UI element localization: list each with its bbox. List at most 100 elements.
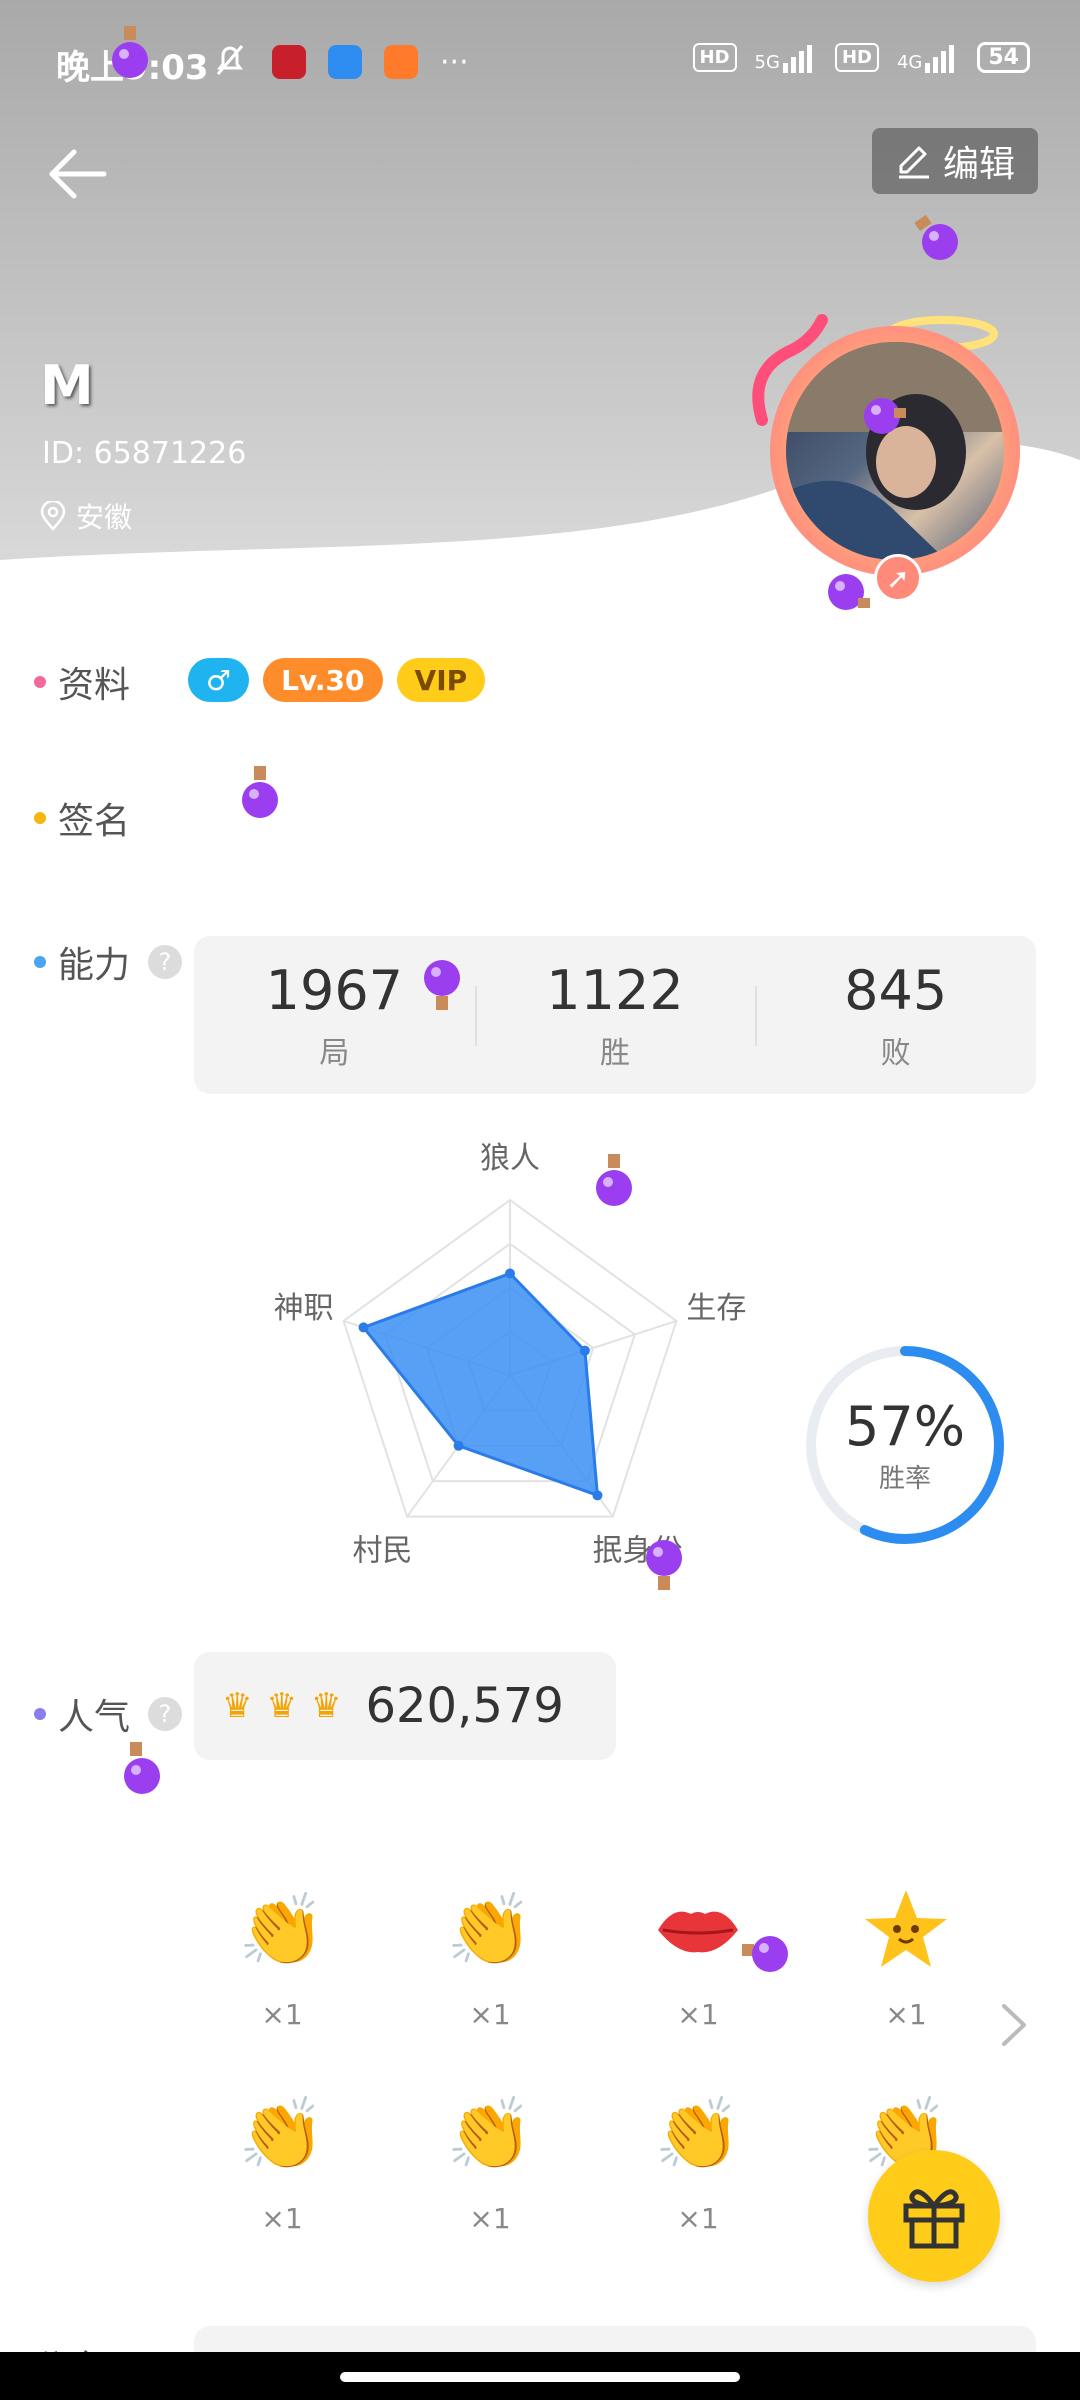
- popularity-help-icon[interactable]: ?: [148, 1697, 183, 1731]
- profile-name: M: [40, 354, 94, 417]
- radar-axis-label: 村民: [352, 1534, 412, 1569]
- chat-app-icon: [328, 45, 362, 79]
- stat-unit: 败: [880, 1035, 911, 1071]
- clapping-hands-icon: 👏: [446, 1888, 534, 1971]
- ability-radar-chart: 狼人生存抿身份村民神职: [274, 1141, 747, 1569]
- gift-count: ×1: [261, 2202, 303, 2235]
- stat-value: 1967: [265, 958, 404, 1022]
- lips-icon: [648, 1880, 748, 1980]
- game-app-icon: [272, 45, 306, 79]
- radar-point: [579, 1345, 590, 1356]
- potion-sticker-icon: [742, 1936, 788, 1972]
- zodiac-sagittarius-icon: ➚: [874, 554, 922, 602]
- gifts-more-arrow[interactable]: [996, 2000, 1032, 2050]
- stat-unit: 局: [319, 1035, 350, 1071]
- potion-sticker-icon: [124, 1742, 160, 1794]
- gift-count: ×1: [677, 2202, 719, 2235]
- signal-4g-label: 4G: [896, 51, 923, 73]
- avatar[interactable]: ➚: [752, 300, 1052, 602]
- status-indicators: HD 5G HD 4G 54: [692, 42, 1030, 73]
- gift-item[interactable]: 👏 ×1: [222, 2084, 342, 2236]
- signal-4g-icon: 4G: [897, 43, 959, 73]
- section-ability: 能力 ?: [34, 936, 183, 988]
- radar-point: [453, 1440, 464, 1451]
- radar-axis-label: 生存: [686, 1291, 746, 1326]
- hd-badge-2: HD: [834, 43, 879, 72]
- home-gesture-bar[interactable]: [340, 2372, 740, 2382]
- potion-sticker-icon: [646, 1540, 682, 1590]
- stat-value: 845: [844, 958, 948, 1022]
- edit-button[interactable]: 编辑: [872, 128, 1038, 194]
- chevron-right-icon: [1002, 2004, 1026, 2046]
- star-face-icon: [856, 1880, 956, 1980]
- store-app-icon: [384, 45, 418, 79]
- gift-count: ×1: [469, 1998, 511, 2031]
- clapping-hands-icon: 👏: [654, 2092, 742, 2175]
- stat-unit: 胜: [600, 1035, 630, 1071]
- winrate-text: 57% 胜率: [800, 1340, 1010, 1550]
- section-popularity: 人气 ?: [34, 1688, 183, 1740]
- winrate-label: 胜率: [878, 1464, 931, 1494]
- battery-indicator: 54: [977, 42, 1030, 73]
- edit-label: 编辑: [942, 144, 1015, 185]
- avatar-photo: [786, 342, 1004, 560]
- send-gift-button[interactable]: [868, 2150, 1000, 2282]
- gift-item[interactable]: 👏 ×1: [638, 2084, 758, 2236]
- gift-item[interactable]: 👏 ×1: [222, 1880, 342, 2032]
- radar-value-area: [361, 1271, 600, 1498]
- potion-sticker-icon: [596, 1154, 632, 1206]
- clapping-hands-icon: 👏: [238, 2092, 326, 2175]
- popularity-dot: [34, 1708, 46, 1720]
- clapping-hands-icon: 👏: [446, 2092, 534, 2175]
- gift-box-icon: [903, 2189, 965, 2249]
- clapping-hands-icon: 👏: [238, 1888, 326, 1971]
- section-info-label: 资料: [58, 665, 131, 706]
- back-arrow-icon: [49, 149, 107, 199]
- ability-help-icon[interactable]: ?: [148, 945, 183, 979]
- radar-axis-label: 神职: [274, 1291, 334, 1326]
- winrate-value: 57%: [844, 1395, 966, 1458]
- back-button[interactable]: [42, 138, 114, 210]
- section-signature-label: 签名: [58, 801, 131, 842]
- status-bar: 晚上9:03 ··· HD 5G HD 4G 54: [0, 0, 1080, 124]
- info-dot: [34, 676, 46, 688]
- section-signature: 签名: [34, 792, 130, 844]
- more-notifications-icon: ···: [440, 44, 469, 80]
- signal-5g-label: 5G: [754, 51, 780, 73]
- location-pin-icon: [40, 501, 66, 531]
- crown-icon: ♛: [266, 1686, 297, 1726]
- stat-losses: 845 败: [755, 936, 1036, 1094]
- gift-item[interactable]: 👏 ×1: [430, 1880, 550, 2032]
- ability-dot: [34, 956, 46, 968]
- gift-count: ×1: [469, 2202, 511, 2235]
- radar-axis-label: 狼人: [480, 1141, 540, 1176]
- signature-dot: [34, 812, 46, 824]
- winrate-ring: 57% 胜率: [800, 1340, 1010, 1550]
- gift-item[interactable]: 👏 ×1: [430, 2084, 550, 2236]
- stat-wins: 1122 胜: [474, 936, 756, 1094]
- gift-item[interactable]: ×1: [638, 1880, 758, 2031]
- radar-point: [505, 1268, 515, 1279]
- crown-icon: ♛: [310, 1686, 342, 1726]
- radar-point: [358, 1322, 369, 1333]
- gift-count: ×1: [885, 1998, 927, 2031]
- gender-tag: ♂: [188, 658, 250, 702]
- level-tag: Lv.30: [263, 658, 383, 702]
- gift-item[interactable]: ×1: [846, 1880, 966, 2031]
- stat-value: 1122: [546, 958, 684, 1022]
- section-popularity-label: 人气: [58, 1697, 131, 1738]
- profile-location: 安徽: [40, 496, 132, 536]
- gift-count: ×1: [261, 1998, 303, 2031]
- potion-sticker-icon: [914, 214, 958, 260]
- crown-icon: ♛: [222, 1686, 253, 1726]
- location-text: 安徽: [76, 501, 133, 534]
- gift-count: ×1: [677, 1998, 719, 2031]
- profile-tags: ♂ Lv.30 VIP: [188, 658, 486, 702]
- section-ability-label: 能力: [58, 945, 131, 986]
- signal-5g-icon: 5G: [755, 43, 817, 73]
- vip-tag: VIP: [396, 658, 486, 702]
- radar-point: [592, 1490, 603, 1501]
- popularity-value: 620,579: [365, 1678, 564, 1734]
- mute-bell-icon: [210, 40, 250, 84]
- potion-sticker-icon: [112, 26, 148, 78]
